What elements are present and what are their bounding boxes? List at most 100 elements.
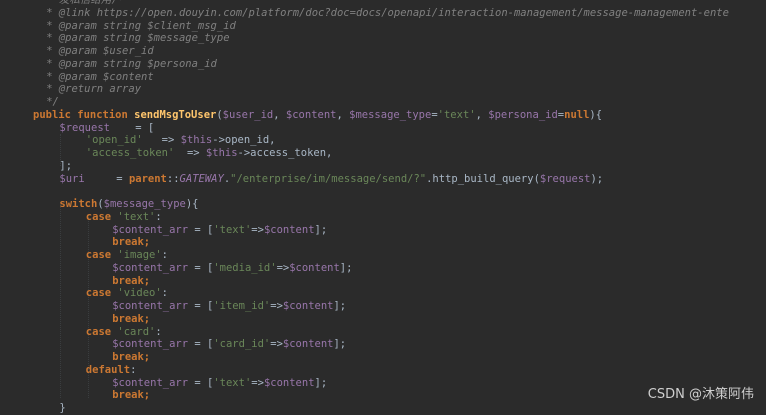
code-token-keyword: null xyxy=(564,108,590,121)
code-token-string: 'access_token' xyxy=(85,147,175,159)
code-token-string: 'media_id' xyxy=(213,261,277,274)
code-token-keyword: case xyxy=(85,210,118,223)
code-line: break; xyxy=(112,236,150,249)
indent-guide xyxy=(60,204,61,398)
code-token-plain: : xyxy=(161,287,168,300)
code-token-plain: , xyxy=(475,108,489,121)
code-token-plain: ->access_token, xyxy=(237,147,333,159)
code-line: * @param string $client_msg_id xyxy=(46,20,236,33)
code-editor[interactable]: * 发私信给用户 * @link https://open.douyin.com/… xyxy=(0,0,766,414)
code-token-keyword: switch xyxy=(59,198,98,210)
code-token-plain: ]; xyxy=(314,223,328,236)
code-token-keyword: case xyxy=(85,287,118,300)
code-line: break; xyxy=(112,351,150,364)
code-token-plain: = [ xyxy=(188,376,214,389)
code-line: $content_arr = ['media_id'=>$content]; xyxy=(112,262,352,275)
code-token-plain: :: xyxy=(166,172,180,185)
code-token-keyword: break; xyxy=(112,351,151,363)
code-token-variable: $content_arr xyxy=(112,261,189,274)
code-token-comment: */ xyxy=(46,96,59,108)
code-line: case 'image': xyxy=(86,249,168,262)
code-line: } xyxy=(59,402,65,415)
code-token-plain: = [ xyxy=(188,300,214,312)
code-line: * @param string $persona_id xyxy=(46,58,217,71)
code-token-function-name: sendMsgToUser xyxy=(134,108,217,121)
code-token-keyword: public function xyxy=(33,108,135,121)
code-token-plain: ); xyxy=(590,172,604,185)
code-token-plain: => xyxy=(174,147,206,159)
code-token-variable: $message_type xyxy=(103,198,186,210)
code-line: $content_arr = ['card_id'=>$content]; xyxy=(112,338,346,351)
code-token-variable: $content_arr xyxy=(112,223,189,236)
code-token-plain: ->open_id, xyxy=(212,134,276,147)
code-token-plain: : xyxy=(155,210,162,223)
code-line: $content_arr = ['text'=>$content]; xyxy=(112,224,327,237)
code-token-plain: ]; xyxy=(333,338,347,351)
code-token-variable: $user_id xyxy=(222,108,274,121)
code-token-variable: $content xyxy=(289,261,340,274)
code-line: $content_arr = ['text'=>$content]; xyxy=(112,377,327,390)
code-token-comment: * @param string $client_msg_id xyxy=(46,19,236,32)
code-token-plain: , xyxy=(336,108,350,121)
code-token-plain: => xyxy=(270,300,283,312)
code-token-plain: } xyxy=(59,402,66,414)
code-token-plain: ]; xyxy=(59,159,73,172)
code-token-comment: * @param $user_id xyxy=(46,45,154,57)
code-line: case 'video': xyxy=(86,287,168,300)
code-token-variable: $content xyxy=(282,300,334,312)
code-token-plain: : xyxy=(155,325,162,338)
code-token-variable: $content xyxy=(282,338,334,351)
code-token-comment: * @return array xyxy=(46,83,142,96)
code-token-variable: $persona_id xyxy=(488,108,558,121)
code-line: ]; xyxy=(59,160,72,173)
code-line: 'open_id' => $this->open_id, xyxy=(86,134,276,147)
code-token-string: 'text' xyxy=(213,376,252,389)
code-token-plain: ){ xyxy=(589,108,603,121)
code-token-keyword: case xyxy=(85,249,118,261)
code-token-constant: GATEWAY xyxy=(179,172,224,185)
code-line: * @param string $message_type xyxy=(46,32,229,45)
code-token-plain: = [ xyxy=(188,261,214,274)
code-token-plain: .http_build_query( xyxy=(426,172,540,185)
code-token-string: 'video' xyxy=(117,287,162,300)
code-token-string: 'text' xyxy=(213,223,252,236)
code-token-variable: $this xyxy=(205,147,238,159)
code-token-plain: => xyxy=(270,338,283,351)
code-token-plain: => xyxy=(276,261,290,274)
code-token-plain: , xyxy=(273,108,286,121)
code-line: * @return array xyxy=(46,83,141,96)
code-line: break; xyxy=(112,313,150,326)
code-token-keyword: break; xyxy=(112,312,151,325)
code-token-variable: $content_arr xyxy=(112,376,189,389)
code-token-variable: $this xyxy=(180,134,213,147)
code-token-comment: * 发私信给用户 xyxy=(46,0,122,6)
code-line: default: xyxy=(86,364,137,377)
code-token-string: 'item_id' xyxy=(213,300,271,312)
code-token-variable: $content xyxy=(263,223,315,236)
code-token-plain: => xyxy=(251,223,264,236)
code-token-plain: = [ xyxy=(109,121,155,134)
code-token-plain: = [ xyxy=(188,223,214,236)
code-token-comment: * @param $content xyxy=(46,70,154,83)
code-token-plain: : xyxy=(161,249,168,261)
code-token-string: 'image' xyxy=(117,249,162,261)
code-token-variable: $uri xyxy=(59,172,85,185)
code-token-string: "/enterprise/im/message/send/?" xyxy=(230,172,427,185)
code-token-keyword: parent xyxy=(128,172,167,185)
code-token-string: 'card_id' xyxy=(213,338,271,351)
code-token-variable: $content_arr xyxy=(112,300,189,312)
code-line: switch($message_type){ xyxy=(59,198,198,211)
code-token-comment: * @param string $message_type xyxy=(46,32,230,45)
code-token-plain: ]; xyxy=(339,261,353,274)
code-line: $content_arr = ['item_id'=>$content]; xyxy=(112,300,346,313)
code-token-keyword: default xyxy=(85,363,131,376)
code-token-plain: = xyxy=(84,172,129,185)
watermark: CSDN @沐策阿伟 xyxy=(647,387,754,402)
code-line: * @link https://open.douyin.com/platform… xyxy=(46,7,729,20)
code-line: case 'text': xyxy=(86,211,162,224)
code-line: $uri = parent::GATEWAY."/enterprise/im/m… xyxy=(59,173,603,186)
code-line: break; xyxy=(112,275,150,288)
code-token-keyword: break; xyxy=(112,236,151,249)
code-line: * @param $content xyxy=(46,71,153,84)
code-token-plain: ]; xyxy=(314,376,328,389)
